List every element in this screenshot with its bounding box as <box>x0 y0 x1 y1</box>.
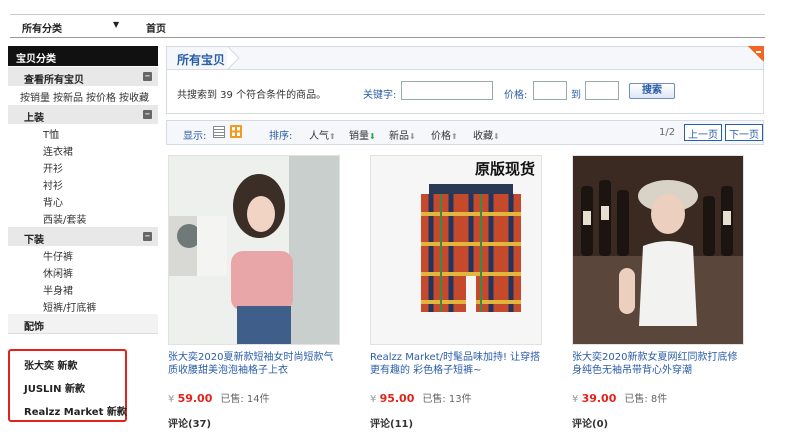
subcategory-link[interactable]: 半身裙 <box>8 280 158 297</box>
product-title[interactable]: Realzz Market/时髦品味加持! 让穿搭更有趣的 彩色格子短裤~ <box>370 351 542 379</box>
sort-by-favorites-link[interactable]: 按收藏 <box>119 93 149 104</box>
sort-sales[interactable]: 销量⬇ <box>349 127 376 142</box>
product-title[interactable]: 张大奕2020新款女夏网红同款打底修身纯色无袖吊带背心外穿潮 <box>572 351 744 379</box>
section-bottoms[interactable]: 下装 − <box>8 226 158 246</box>
sold-count: 已售: 14件 <box>220 394 270 405</box>
brand-link[interactable]: 张大奕 新款 <box>24 357 77 372</box>
minus-icon[interactable]: − <box>143 110 152 119</box>
minus-icon[interactable]: − <box>143 72 152 81</box>
subcategory-link[interactable]: 牛仔裤 <box>8 246 158 263</box>
sort-by-new-link[interactable]: 按新品 <box>53 93 83 104</box>
sort-arrow-icon: ⬆ <box>329 132 336 141</box>
product-price: 95.00 <box>379 392 415 405</box>
sort-links: 按销量 按新品 按价格 按收藏 <box>8 86 158 104</box>
sort-by-sales-link[interactable]: 按销量 <box>20 93 50 104</box>
sort-arrow-icon: ⬇ <box>493 132 500 141</box>
view-all-label[interactable]: 查看所有宝贝 <box>24 75 84 86</box>
section-bottoms-label[interactable]: 下装 <box>24 235 44 246</box>
sold-count: 已售: 8件 <box>624 394 668 405</box>
to-label: 到 <box>571 90 581 101</box>
subcategory-link[interactable]: 短裤/打底裤 <box>8 297 158 314</box>
product-price-row: ¥ 39.00 已售: 8件 <box>572 392 668 405</box>
subcategory-link[interactable]: 背心 <box>8 192 158 209</box>
result-count: 共搜索到 39 个符合条件的商品。 <box>177 90 327 101</box>
section-accessories[interactable]: 配饰 <box>8 314 158 334</box>
price-label: 价格: <box>504 90 528 101</box>
section-tops[interactable]: 上装 − <box>8 104 158 124</box>
all-categories-menu[interactable]: 所有分类 <box>22 20 62 35</box>
breadcrumb-arrow-icon <box>226 46 240 70</box>
product-price: 39.00 <box>581 392 617 405</box>
product-image[interactable] <box>572 155 744 345</box>
prev-page-button[interactable]: 上一页 <box>684 124 722 141</box>
sort-by-price-link[interactable]: 按价格 <box>86 93 116 104</box>
section-tops-label[interactable]: 上装 <box>24 113 44 124</box>
subcategory-link[interactable]: 开衫 <box>8 158 158 175</box>
comment-count[interactable]: 评论(11) <box>370 415 542 430</box>
comment-count[interactable]: 评论(37) <box>168 415 340 430</box>
main-header: 所有宝贝 <box>166 46 764 70</box>
keyword-input[interactable] <box>401 81 493 100</box>
view-all-items[interactable]: 查看所有宝贝 − <box>8 66 158 86</box>
product-card[interactable]: 张大奕2020新款女夏网红同款打底修身纯色无袖吊带背心外穿潮 ¥ 39.00 已售… <box>572 155 744 430</box>
caret-down-icon[interactable]: ▼ <box>113 20 119 29</box>
sort-price[interactable]: 价格⬆ <box>431 127 458 142</box>
comment-count[interactable]: 评论(0) <box>572 415 744 430</box>
product-image[interactable]: 原版现货 <box>370 155 542 345</box>
top-nav: 所有分类 ▼ 首页 <box>10 14 765 38</box>
sort-new[interactable]: 新品⬇ <box>389 127 416 142</box>
sort-label: 排序: <box>269 131 293 142</box>
subcategory-link[interactable]: 连衣裙 <box>8 141 158 158</box>
display-label: 显示: <box>183 131 207 142</box>
product-card[interactable]: 张大奕2020夏新款短袖女时尚短款气质收腰甜美泡泡袖格子上衣 ¥ 59.00 已售… <box>168 155 340 430</box>
keyword-label: 关键字: <box>363 90 397 101</box>
page-indicator: 1/2 <box>659 127 676 138</box>
sort-popularity[interactable]: 人气⬆ <box>309 127 336 142</box>
sidebar-header: 宝贝分类 <box>8 46 158 66</box>
price-max-input[interactable] <box>585 81 619 100</box>
product-price-row: ¥ 95.00 已售: 13件 <box>370 392 472 405</box>
search-bar: 共搜索到 39 个符合条件的商品。 关键字: 价格: 到 搜索 <box>166 70 764 114</box>
subcategory-link[interactable]: 休闲裤 <box>8 263 158 280</box>
image-overlay-text: 原版现货 <box>474 160 535 178</box>
brand-link[interactable]: JUSLIN 新款 <box>24 380 85 395</box>
product-price: 59.00 <box>177 392 213 405</box>
price-min-input[interactable] <box>533 81 567 100</box>
sort-arrow-down-icon: ⬇ <box>369 132 376 141</box>
search-button[interactable]: 搜索 <box>629 83 675 99</box>
product-card[interactable]: 原版现货 Realzz Market/时髦品味加持! 让穿搭更有趣的 彩色格子短… <box>370 155 542 430</box>
subcategory-link[interactable]: 西装/套装 <box>8 209 158 226</box>
sold-count: 已售: 13件 <box>422 394 472 405</box>
brand-link[interactable]: Realzz Market 新款 <box>24 403 127 418</box>
next-page-button[interactable]: 下一页 <box>725 124 763 141</box>
product-title[interactable]: 张大奕2020夏新款短袖女时尚短款气质收腰甜美泡泡袖格子上衣 <box>168 351 340 379</box>
subcategory-link[interactable]: 衬衫 <box>8 175 158 192</box>
sort-toolbar: 显示: 排序: 人气⬆ 销量⬇ 新品⬇ 价格⬆ 收藏⬇ 1/2 上一页 下一页 <box>166 120 764 145</box>
sort-arrow-icon: ⬆ <box>451 132 458 141</box>
corner-tag-icon <box>748 46 764 62</box>
sort-arrow-icon: ⬇ <box>409 132 416 141</box>
product-image[interactable] <box>168 155 340 345</box>
list-view-icon[interactable] <box>213 126 225 138</box>
home-link[interactable]: 首页 <box>146 20 166 35</box>
page-title: 所有宝贝 <box>177 53 226 67</box>
grid-view-icon[interactable] <box>230 125 242 138</box>
subcategory-link[interactable]: T恤 <box>8 124 158 141</box>
product-price-row: ¥ 59.00 已售: 14件 <box>168 392 270 405</box>
sort-favorites[interactable]: 收藏⬇ <box>473 127 500 142</box>
minus-icon[interactable]: − <box>143 232 152 241</box>
